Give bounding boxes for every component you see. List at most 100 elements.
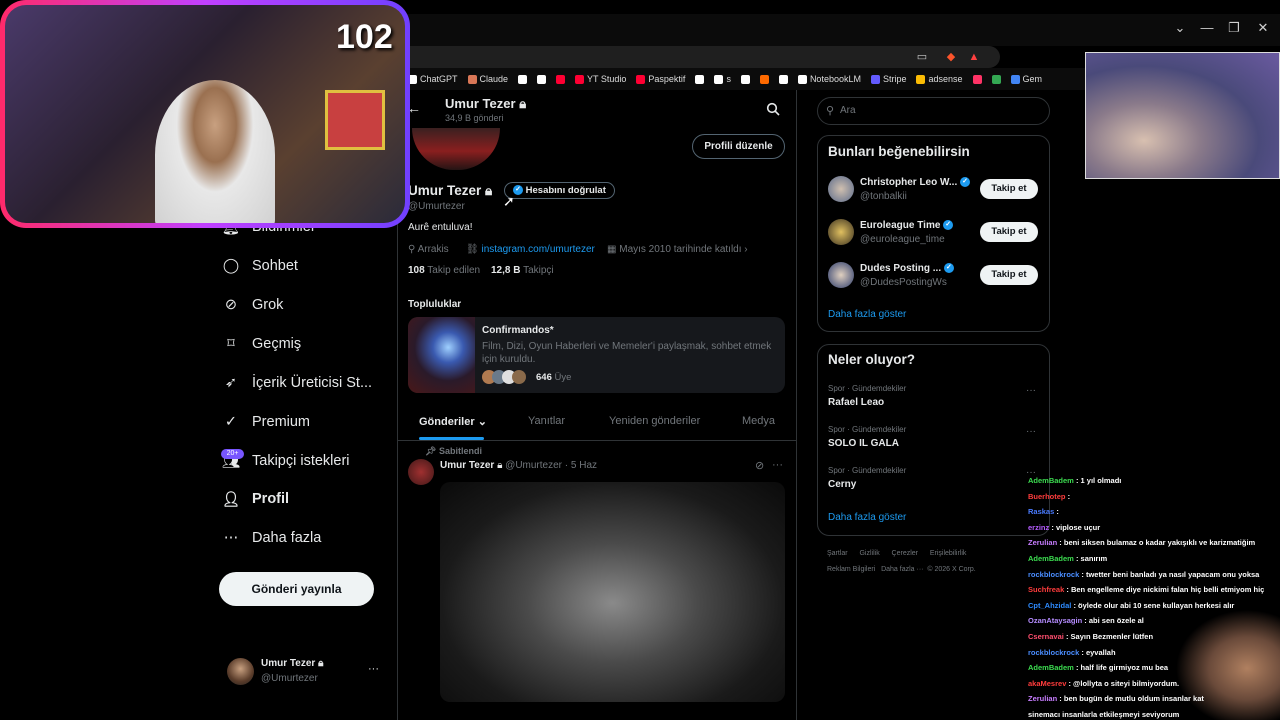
chat-username[interactable]: akaMesrev (1028, 679, 1066, 688)
mouse-cursor-icon: ➚ (503, 193, 515, 209)
bookmark-item[interactable]: adsense (916, 74, 963, 84)
tab-media[interactable]: Medya (742, 415, 775, 427)
chat-username[interactable]: Cpt_Ahzidal (1028, 601, 1071, 610)
restore-button[interactable]: ❐ (1220, 16, 1248, 40)
bookmark-item[interactable] (695, 74, 705, 84)
trend-more-icon[interactable]: ··· (1026, 426, 1036, 437)
post-more-icon[interactable]: ··· (772, 459, 783, 471)
bookmark-favicon-icon (916, 74, 926, 84)
profile-joined[interactable]: ▦ Mayıs 2010 tarihinde katıldı › (607, 244, 748, 255)
bookmark-item[interactable]: Paspektif (636, 74, 685, 84)
bookmark-item[interactable]: Claude (467, 74, 508, 84)
trend-more-icon[interactable]: ··· (1026, 385, 1036, 396)
grok-icon[interactable]: ⊘ (755, 459, 764, 472)
trends-title: Neler oluyor? (828, 352, 916, 367)
bookmark-item[interactable]: NotebookLM (797, 74, 861, 84)
chat-username[interactable]: rockblockrock (1028, 648, 1079, 657)
bookmark-item[interactable] (556, 74, 566, 84)
bookmark-item[interactable]: YT Studio (575, 74, 626, 84)
footer-links-row1[interactable]: Şartlar Gizlilik Çerezler Erişilebilirli… (827, 550, 966, 557)
trends-show-more[interactable]: Daha fazla göster (828, 512, 906, 523)
nav-item-sohbet[interactable]: ◯ Sohbet (222, 251, 298, 281)
bookmark-item[interactable]: ChatGPT (408, 74, 458, 84)
post-button[interactable]: Gönderi yayınla (219, 572, 374, 606)
trend-category: Spor · Gündemdekiler (828, 425, 907, 434)
tab-replies[interactable]: Yanıtlar (528, 415, 565, 427)
suggestions-show-more[interactable]: Daha fazla göster (828, 309, 906, 320)
bookmark-item[interactable] (740, 74, 750, 84)
follow-button[interactable]: Takip et (980, 265, 1038, 285)
following-link[interactable]: 108 Takip edilen (408, 265, 480, 276)
nav-item-premium[interactable]: ✓ Premium (222, 407, 310, 437)
trend-name[interactable]: Rafael Leao (828, 397, 884, 408)
suggestion-name[interactable]: Euroleague Time ✓ (860, 220, 954, 231)
account-avatar[interactable] (227, 658, 254, 685)
bookmark-item[interactable] (778, 74, 788, 84)
bookmark-item[interactable]: Stripe (870, 74, 906, 84)
tabs-divider (398, 440, 796, 441)
nav-item-i-çerik-üreticisi-st[interactable]: ➶ İçerik Üreticisi St... (222, 368, 372, 398)
suggestion-avatar[interactable] (828, 219, 854, 245)
cast-icon[interactable]: ▭ (914, 49, 930, 65)
brave-shield-icon[interactable]: ◆ (943, 49, 959, 65)
close-window-button[interactable]: ✕ (1249, 16, 1277, 40)
account-more-icon[interactable]: ··· (368, 663, 379, 675)
post-author-avatar[interactable] (408, 459, 434, 485)
search-input[interactable]: ⚲ Ara (817, 97, 1050, 125)
follow-button[interactable]: Takip et (980, 179, 1038, 199)
chat-username[interactable]: Csernavai (1028, 632, 1064, 641)
search-icon[interactable] (766, 102, 780, 116)
bookmark-item[interactable]: Gem (1010, 74, 1042, 84)
chat-username[interactable]: Raskas (1028, 507, 1054, 516)
chat-username[interactable]: Zerulian (1028, 694, 1057, 703)
nav-item-grok[interactable]: ⊘ Grok (222, 290, 284, 320)
tab-reposts[interactable]: Yeniden gönderiler (609, 415, 700, 427)
chat-text: : Ben engelleme diye nickimi falan hiç b… (1066, 585, 1265, 595)
edit-profile-button[interactable]: Profili düzenle (692, 134, 785, 159)
chat-username[interactable]: rockblockrock (1028, 570, 1079, 579)
bookmark-item[interactable] (537, 74, 547, 84)
footer-links-row2[interactable]: Reklam Bilgileri Daha fazla ··· © 2026 X… (827, 566, 976, 573)
chat-username[interactable]: AdemBadem (1028, 663, 1074, 672)
nav-item-daha-fazla[interactable]: ⋯ Daha fazla (222, 523, 322, 553)
trend-name[interactable]: SOLO IL GALA (828, 438, 899, 449)
chat-username[interactable]: Zerulian (1028, 538, 1057, 547)
nav-item-profil[interactable]: 👤︎ Profil (222, 484, 289, 514)
bookmark-favicon-icon (467, 74, 477, 84)
bookmark-item[interactable] (991, 74, 1001, 84)
trend-name[interactable]: Cerny (828, 479, 856, 490)
tab-search-icon[interactable]: ⌄ (1166, 16, 1194, 40)
tab-posts[interactable]: Gönderiler ⌄ (419, 415, 487, 428)
post-media-image[interactable] (440, 482, 785, 702)
chat-text: : twetter beni banladı ya nasıl yapacam … (1081, 569, 1260, 579)
bookmark-item[interactable] (759, 74, 769, 84)
address-bar[interactable] (400, 46, 1000, 68)
suggestion-avatar[interactable] (828, 262, 854, 288)
brave-rewards-icon[interactable]: ▲ (966, 49, 982, 65)
chat-username[interactable]: AdemBadem (1028, 476, 1074, 485)
follow-button[interactable]: Takip et (980, 222, 1038, 242)
profile-link[interactable]: ⛓ instagram.com/umurtezer (466, 244, 595, 255)
pinned-label: 📌︎ Sabitlendi (425, 446, 482, 456)
chat-username[interactable]: AdemBadem (1028, 554, 1074, 563)
bookmark-item[interactable] (518, 74, 528, 84)
nav-item-label: Sohbet (252, 258, 298, 274)
profile-handle: @Umurtezer (408, 201, 465, 212)
bookmark-item[interactable] (972, 74, 982, 84)
suggestion-name[interactable]: Christopher Leo W... ✓ (860, 177, 971, 188)
chat-username[interactable]: OzanAtaysagin (1028, 616, 1082, 625)
verify-account-button[interactable]: ✓ Hesabını doğrulat (504, 182, 615, 199)
chat-username[interactable]: Suchfreak (1028, 585, 1064, 594)
suggestion-avatar[interactable] (828, 176, 854, 202)
chat-username[interactable]: Buerhotep (1028, 492, 1066, 501)
nav-item-geçmiş[interactable]: ⌑ Geçmiş (222, 329, 301, 359)
suggestion-name[interactable]: Dudes Posting ... ✓ (860, 263, 954, 274)
chat-username[interactable]: erzinz (1028, 523, 1049, 532)
account-name[interactable]: Umur Tezer 🔒︎ (261, 658, 323, 669)
bookmark-item[interactable]: s (714, 74, 731, 84)
chat-text: : 1 yıl olmadı (1075, 476, 1122, 485)
chat-text: : Sayın Bezmenler lütfen (1065, 632, 1154, 641)
followers-link[interactable]: 12,8 B Takipçi (491, 265, 554, 276)
minimize-button[interactable]: — (1193, 16, 1221, 40)
nav-item-label: Daha fazla (252, 530, 322, 546)
